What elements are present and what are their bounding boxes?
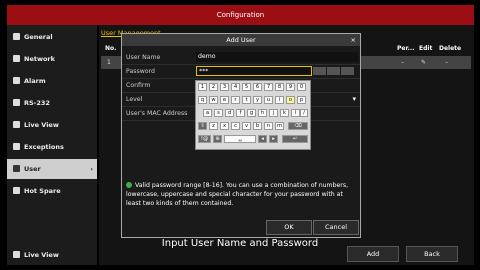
row-no: 1 <box>107 59 111 66</box>
sidebar-footer-live-view[interactable]: Live View <box>7 245 97 265</box>
sidebar-item-user[interactable]: User › <box>7 159 97 179</box>
key[interactable]: i <box>275 96 284 104</box>
password-strength-meter <box>312 67 356 75</box>
key[interactable]: c <box>231 122 240 130</box>
sidebar-item-live-view[interactable]: Live View <box>7 115 97 135</box>
dialog-title: Add User × <box>122 34 360 46</box>
col-permission: Per... <box>397 45 415 52</box>
space-key[interactable]: ␣ <box>224 135 256 143</box>
username-label: User Name <box>126 54 161 61</box>
onscreen-keyboard: 1 2 3 4 5 6 7 8 9 0 q w e r t y u i o p … <box>195 80 311 150</box>
strength-bar <box>327 67 340 75</box>
row-permission[interactable]: – <box>401 59 404 66</box>
check-circle-icon <box>126 182 132 188</box>
col-no: No. <box>105 45 117 52</box>
row-edit-icon[interactable]: ✎ <box>421 59 426 66</box>
ok-button[interactable]: OK <box>266 220 312 235</box>
key[interactable]: 8 <box>275 83 284 91</box>
key[interactable]: 3 <box>220 83 229 91</box>
key[interactable]: s <box>214 109 223 117</box>
add-button[interactable]: Add <box>347 246 399 262</box>
alarm-icon <box>13 77 20 84</box>
key[interactable]: n <box>264 122 273 130</box>
key[interactable]: 5 <box>242 83 251 91</box>
key[interactable]: z <box>209 122 218 130</box>
window-title: Configuration <box>7 5 474 25</box>
video-caption: Input User Name and Password <box>161 238 319 249</box>
password-label: Password <box>126 68 155 75</box>
key[interactable]: d <box>225 109 234 117</box>
chevron-right-icon: › <box>90 165 93 173</box>
key[interactable]: t <box>242 96 251 104</box>
key[interactable]: q <box>198 96 207 104</box>
key[interactable]: a <box>203 109 212 117</box>
strength-bar <box>313 67 326 75</box>
col-delete: Delete <box>439 45 462 52</box>
eye-icon <box>13 121 20 128</box>
left-arrow-key[interactable]: ◂ <box>258 135 267 143</box>
serial-icon <box>13 99 20 106</box>
live-view-icon <box>13 251 20 258</box>
key[interactable]: 9 <box>286 83 295 91</box>
sidebar-item-network[interactable]: Network <box>7 49 97 69</box>
key[interactable]: b <box>253 122 262 130</box>
key[interactable]: v <box>242 122 251 130</box>
password-hint: Valid password range [8-16]. You can use… <box>126 182 349 207</box>
key[interactable]: j <box>269 109 278 117</box>
cancel-button[interactable]: Cancel <box>313 220 359 235</box>
enter-key[interactable]: ↵ <box>282 135 308 143</box>
key[interactable]: w <box>209 96 218 104</box>
key[interactable]: p <box>297 96 306 104</box>
sidebar-item-alarm[interactable]: Alarm <box>7 71 97 91</box>
key[interactable]: 7 <box>264 83 273 91</box>
key[interactable]: 0 <box>297 83 306 91</box>
key[interactable]: r <box>231 96 240 104</box>
key[interactable]: y <box>253 96 262 104</box>
key[interactable]: 6 <box>253 83 262 91</box>
password-row: Password *** <box>122 65 360 79</box>
right-arrow-key[interactable]: ▸ <box>269 135 278 143</box>
key[interactable]: g <box>247 109 256 117</box>
key[interactable]: u <box>264 96 273 104</box>
key[interactable]: f <box>236 109 245 117</box>
mac-label: User's MAC Address <box>126 110 188 117</box>
username-row: User Name demo <box>122 51 360 65</box>
key[interactable]: / <box>300 109 308 117</box>
level-label: Level <box>126 96 143 103</box>
warning-icon <box>13 143 20 150</box>
confirm-label: Confirm <box>126 82 151 89</box>
sidebar-item-general[interactable]: General <box>7 27 97 47</box>
password-field[interactable]: *** <box>196 66 312 76</box>
key[interactable]: 2 <box>209 83 218 91</box>
col-edit: Edit <box>419 45 433 52</box>
sidebar-item-hot-spare[interactable]: Hot Spare <box>7 181 97 201</box>
sidebar-item-exceptions[interactable]: Exceptions <box>7 137 97 157</box>
symbols-key[interactable]: !@ <box>198 135 211 143</box>
back-button[interactable]: Back <box>406 246 458 262</box>
key[interactable]: e <box>220 96 229 104</box>
gear-icon <box>13 33 20 40</box>
backspace-key[interactable]: ⌫ <box>288 122 308 130</box>
key[interactable]: l <box>291 109 300 117</box>
key[interactable]: h <box>258 109 267 117</box>
row-delete[interactable]: – <box>445 59 448 66</box>
key[interactable]: x <box>220 122 229 130</box>
strength-bar <box>341 67 354 75</box>
key[interactable]: m <box>275 122 284 130</box>
network-icon <box>13 55 20 62</box>
key[interactable]: 1 <box>198 83 207 91</box>
sidebar-item-rs232[interactable]: RS-232 <box>7 93 97 113</box>
key[interactable]: k <box>280 109 289 117</box>
key-highlighted[interactable]: o <box>286 96 295 104</box>
username-field[interactable]: demo <box>196 52 358 62</box>
sidebar: General Network Alarm RS-232 Live View E… <box>7 25 97 265</box>
level-dropdown-icon[interactable]: ▾ <box>352 95 356 103</box>
hot-spare-icon <box>13 187 20 194</box>
close-icon[interactable]: × <box>351 34 356 46</box>
shift-key[interactable]: ⇧ <box>198 122 207 130</box>
globe-key[interactable]: ⊕ <box>213 135 222 143</box>
add-user-dialog: Add User × User Name demo Password *** Co… <box>121 33 361 238</box>
key[interactable]: 4 <box>231 83 240 91</box>
user-icon <box>13 165 20 172</box>
